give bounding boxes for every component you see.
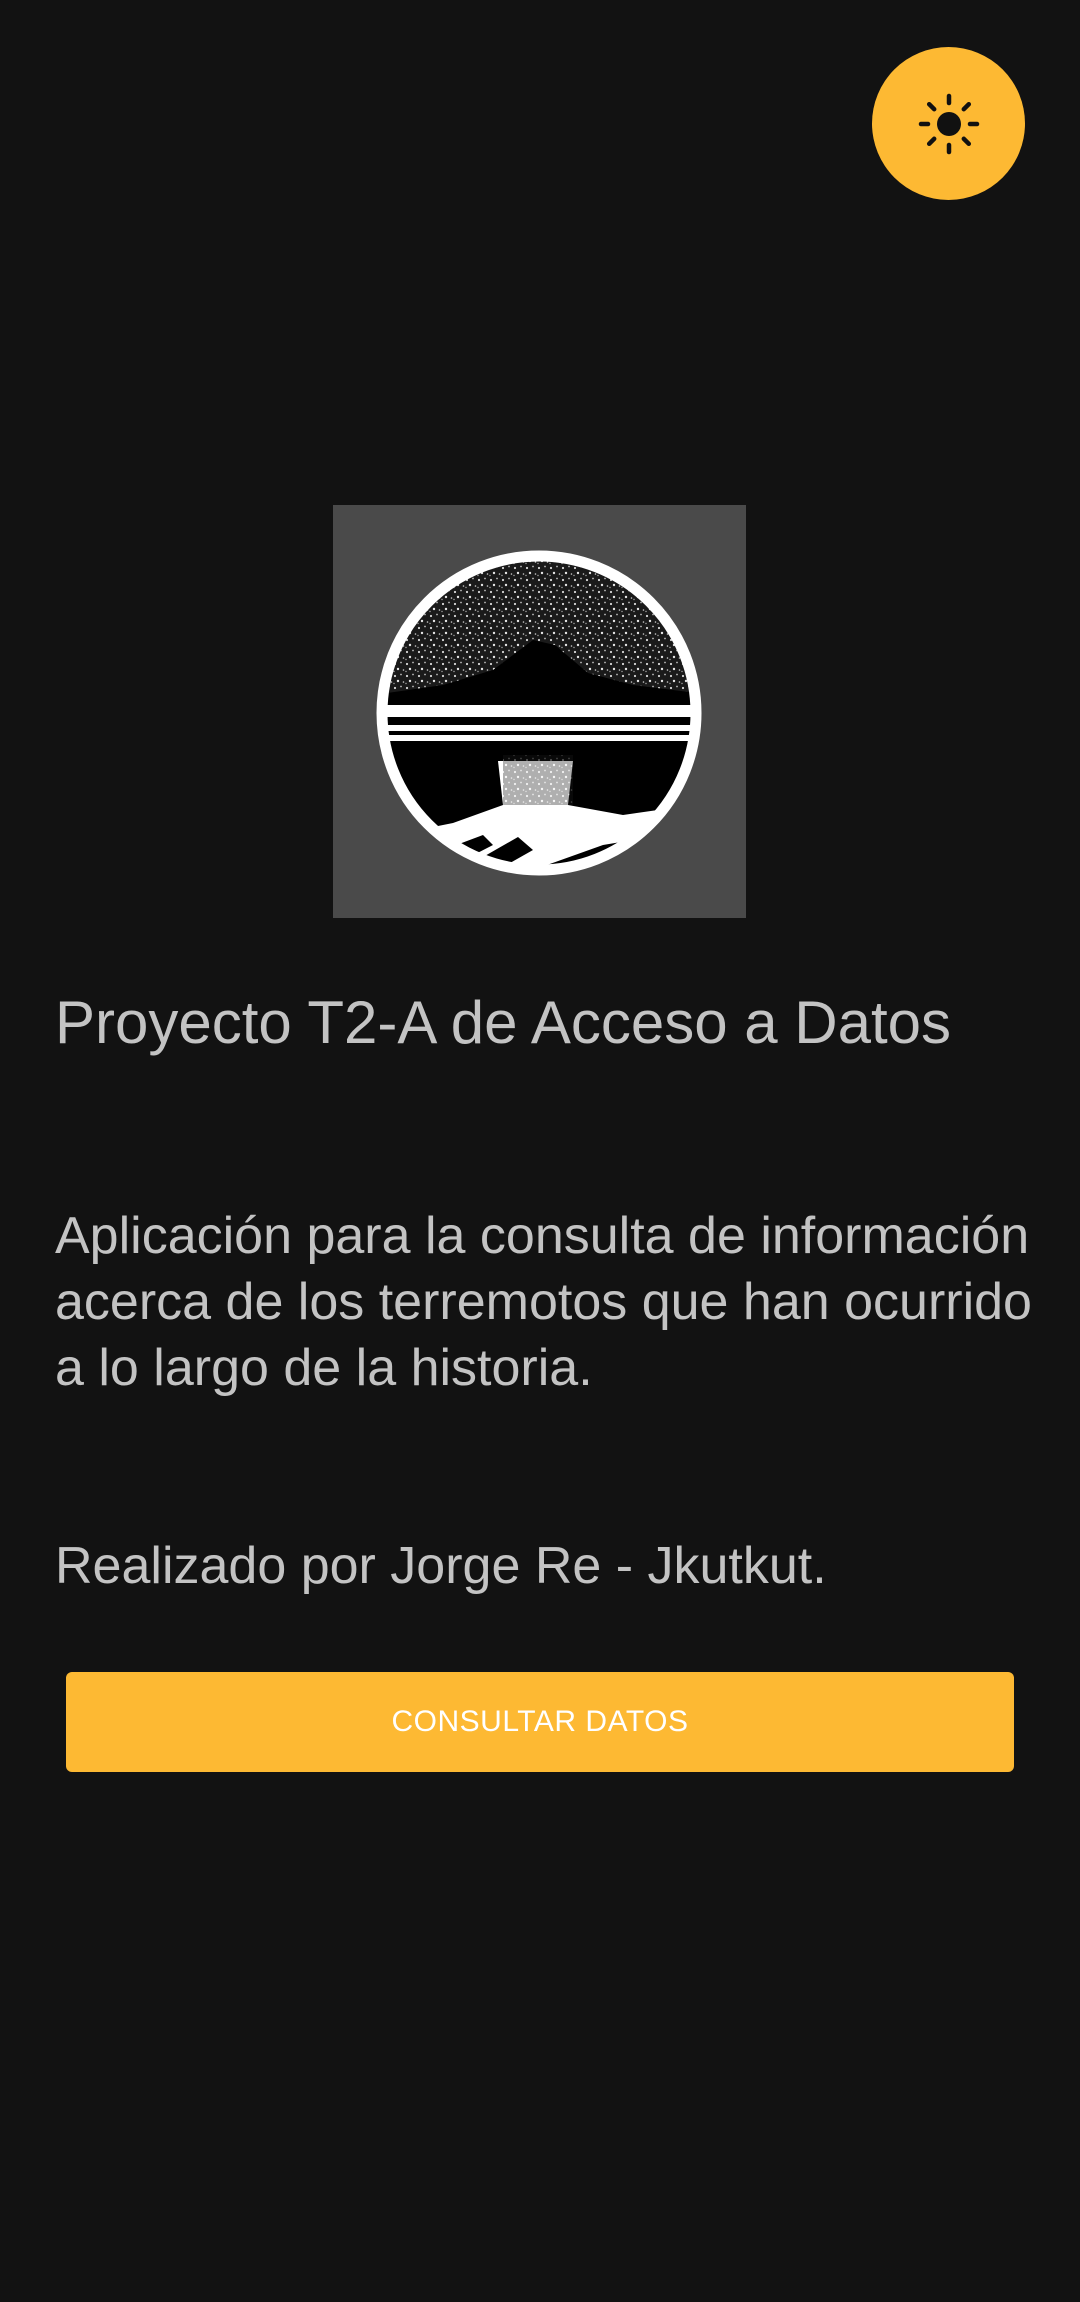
app-logo <box>333 505 746 918</box>
theme-toggle-button[interactable] <box>872 47 1025 200</box>
page-title: Proyecto T2-A de Acceso a Datos <box>55 989 952 1056</box>
sun-icon <box>918 93 979 154</box>
volcano-logo-icon <box>333 505 746 918</box>
app-description: Aplicación para la consulta de informaci… <box>55 1207 1032 1397</box>
consult-data-button[interactable]: CONSULTAR DATOS <box>66 1672 1014 1772</box>
author-credit: Realizado por Jorge Re - Jkutkut. <box>55 1537 827 1595</box>
